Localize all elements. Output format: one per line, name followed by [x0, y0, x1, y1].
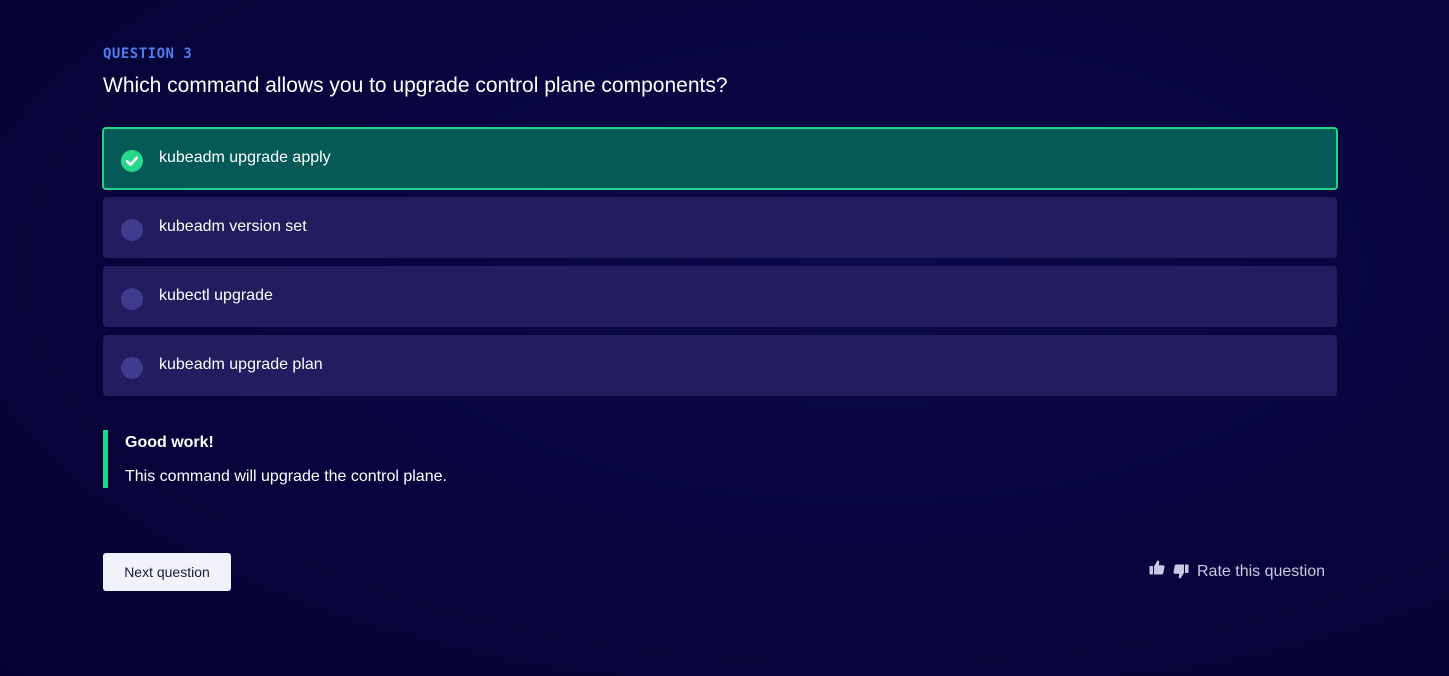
answer-option-4[interactable]: kubeadm upgrade plan: [103, 335, 1337, 396]
feedback-body: This command will upgrade the control pl…: [125, 468, 447, 485]
question-text: Which command allows you to upgrade cont…: [103, 74, 728, 97]
radio-circle-icon: [121, 288, 143, 310]
answer-option-label: kubectl upgrade: [159, 287, 273, 304]
thumbs-down-icon[interactable]: [1172, 559, 1190, 585]
question-number: QUESTION 3: [103, 46, 193, 62]
answer-option-label: kubeadm upgrade apply: [159, 149, 331, 166]
radio-circle-icon: [121, 219, 143, 241]
feedback-panel: Good work! This command will upgrade the…: [103, 430, 447, 488]
answer-option-label: kubeadm upgrade plan: [159, 356, 323, 373]
answer-option-3[interactable]: kubectl upgrade: [103, 266, 1337, 327]
next-question-button[interactable]: Next question: [103, 553, 231, 591]
answer-option-label: kubeadm version set: [159, 218, 307, 235]
answer-option-1[interactable]: kubeadm upgrade apply: [102, 127, 1338, 190]
feedback-title: Good work!: [125, 434, 214, 451]
check-circle-icon: [121, 150, 143, 172]
rate-question: Rate this question: [1148, 559, 1328, 585]
quiz-page: QUESTION 3 Which command allows you to u…: [0, 0, 1449, 676]
answer-options: kubeadm upgrade apply kubeadm version se…: [102, 127, 1338, 404]
answer-option-2[interactable]: kubeadm version set: [103, 197, 1337, 258]
radio-circle-icon: [121, 357, 143, 379]
rate-question-label[interactable]: Rate this question: [1197, 563, 1325, 581]
thumbs-up-icon[interactable]: [1148, 559, 1166, 582]
